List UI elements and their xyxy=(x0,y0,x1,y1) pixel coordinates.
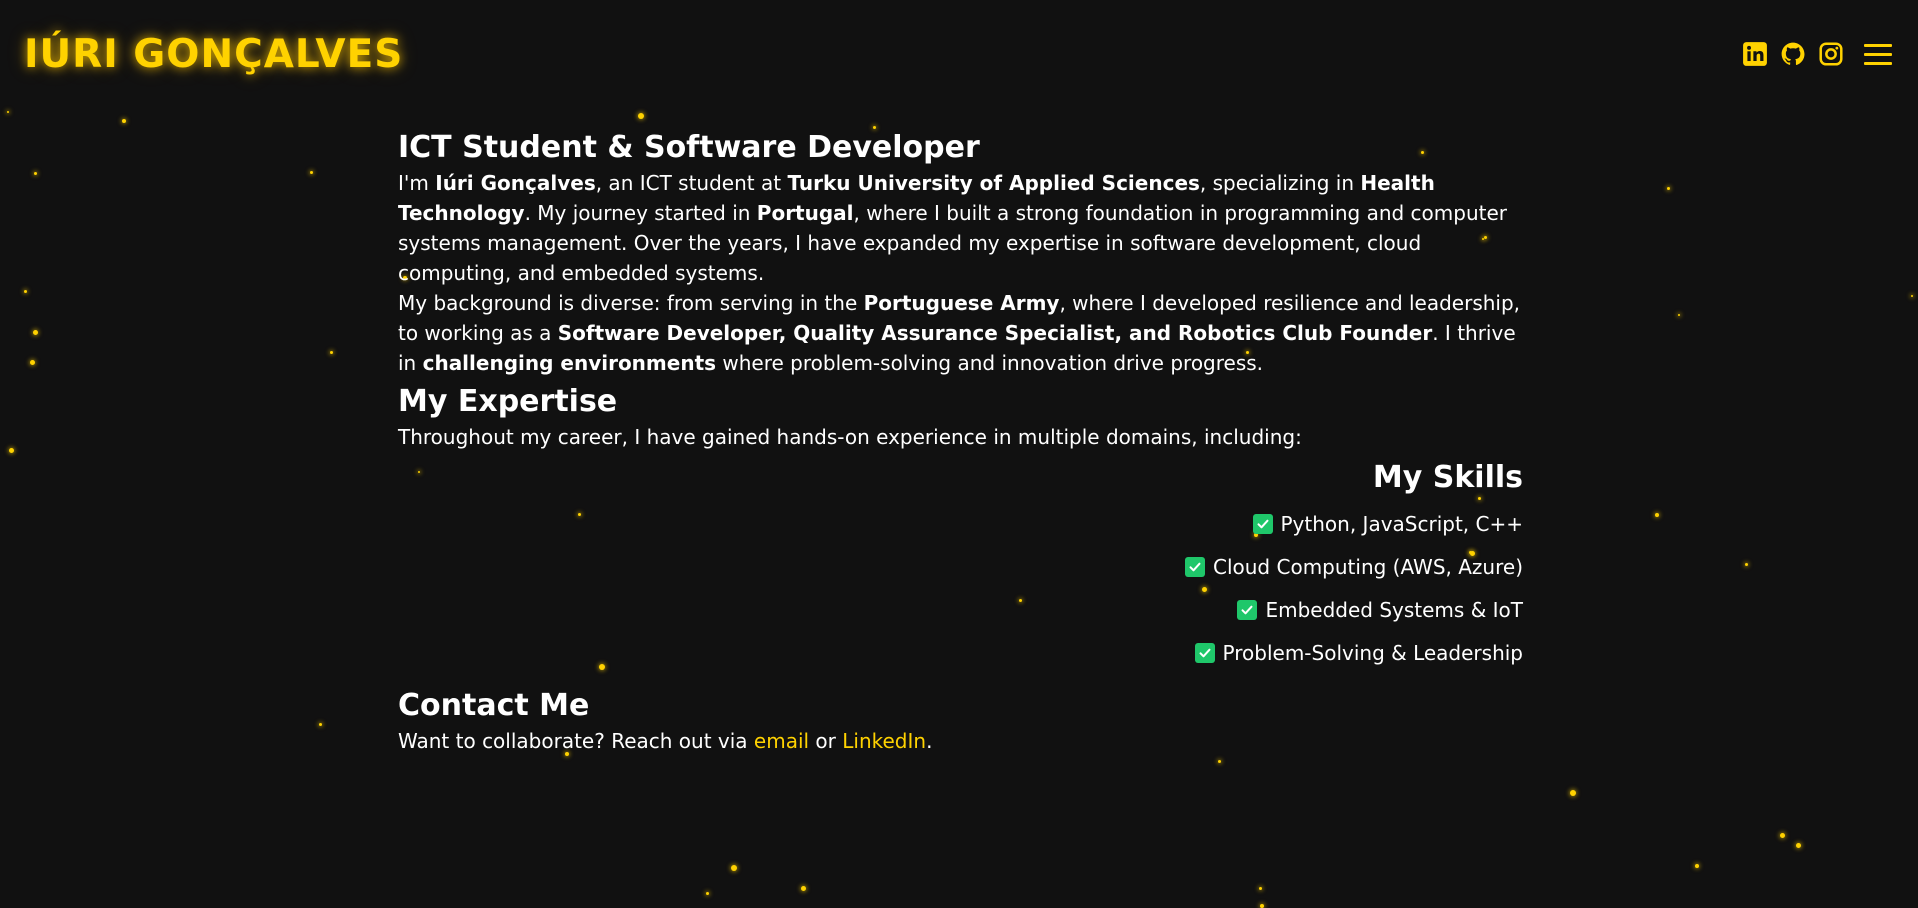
skill-item: Embedded Systems & IoT xyxy=(398,588,1523,631)
expertise-section: My Expertise Throughout my career, I hav… xyxy=(398,382,1523,452)
skill-item: Python, JavaScript, C++ xyxy=(398,502,1523,545)
star-particle xyxy=(1218,760,1221,763)
about-paragraph-2: My background is diverse: from serving i… xyxy=(398,291,1521,375)
expertise-text: Throughout my career, I have gained hand… xyxy=(398,425,1302,449)
star-particle xyxy=(33,330,38,335)
star-particle xyxy=(1911,295,1913,297)
skill-item: Cloud Computing (AWS, Azure) xyxy=(398,545,1523,588)
star-particle xyxy=(1667,187,1670,190)
star-particle xyxy=(1259,887,1262,890)
star-particle xyxy=(731,865,737,871)
menu-icon[interactable] xyxy=(1862,38,1894,70)
star-particle xyxy=(706,892,709,895)
site-header: IÚRI GONÇALVES xyxy=(0,0,1918,110)
about-section: ICT Student & Software Developer I'm Iúr… xyxy=(398,128,1523,378)
contact-title: Contact Me xyxy=(398,688,590,723)
star-particle xyxy=(1655,513,1659,517)
about-paragraph-1: I'm Iúri Gonçalves, an ICT student at Tu… xyxy=(398,171,1508,285)
star-particle xyxy=(1570,790,1576,796)
skill-label: Python, JavaScript, C++ xyxy=(1280,511,1524,536)
checkmark-icon xyxy=(1185,556,1205,577)
skill-label: Embedded Systems & IoT xyxy=(1265,597,1523,622)
site-logo[interactable]: IÚRI GONÇALVES xyxy=(24,32,403,77)
star-particle xyxy=(319,723,322,726)
instagram-icon[interactable] xyxy=(1818,41,1844,67)
star-particle xyxy=(24,290,27,293)
github-icon[interactable] xyxy=(1780,41,1806,67)
skill-list: Python, JavaScript, C++ Cloud Computing … xyxy=(398,502,1523,674)
skills-section: My Skills Python, JavaScript, C++ Cloud … xyxy=(398,458,1523,674)
star-particle xyxy=(122,119,126,123)
star-particle xyxy=(330,351,333,354)
linkedin-link[interactable]: LinkedIn xyxy=(842,729,926,753)
skill-label: Cloud Computing (AWS, Azure) xyxy=(1213,554,1523,579)
main-content: ICT Student & Software Developer I'm Iúr… xyxy=(398,128,1523,756)
star-particle xyxy=(1796,843,1801,848)
star-particle xyxy=(9,448,14,453)
contact-text: Want to collaborate? Reach out via email… xyxy=(398,729,933,753)
star-particle xyxy=(30,360,35,365)
social-icons xyxy=(1742,38,1894,70)
email-link[interactable]: email xyxy=(754,729,809,753)
expertise-title: My Expertise xyxy=(398,384,618,419)
skill-label: Problem-Solving & Leadership xyxy=(1222,640,1523,665)
star-particle xyxy=(310,171,313,174)
about-title: ICT Student & Software Developer xyxy=(398,130,980,165)
star-particle xyxy=(1745,563,1748,566)
checkmark-icon xyxy=(1252,513,1273,534)
star-particle xyxy=(1780,833,1785,838)
checkmark-icon xyxy=(1237,599,1258,620)
star-particle xyxy=(801,886,806,891)
skill-item: Problem-Solving & Leadership xyxy=(398,631,1523,674)
linkedin-icon[interactable] xyxy=(1742,41,1768,67)
star-particle xyxy=(1695,864,1699,868)
star-particle xyxy=(1260,904,1264,908)
star-particle xyxy=(34,172,37,175)
star-particle xyxy=(638,113,644,119)
checkmark-icon xyxy=(1194,642,1215,663)
skills-title: My Skills xyxy=(1372,460,1523,495)
contact-section: Contact Me Want to collaborate? Reach ou… xyxy=(398,686,1523,756)
star-particle xyxy=(7,111,9,113)
star-particle xyxy=(1678,314,1680,316)
